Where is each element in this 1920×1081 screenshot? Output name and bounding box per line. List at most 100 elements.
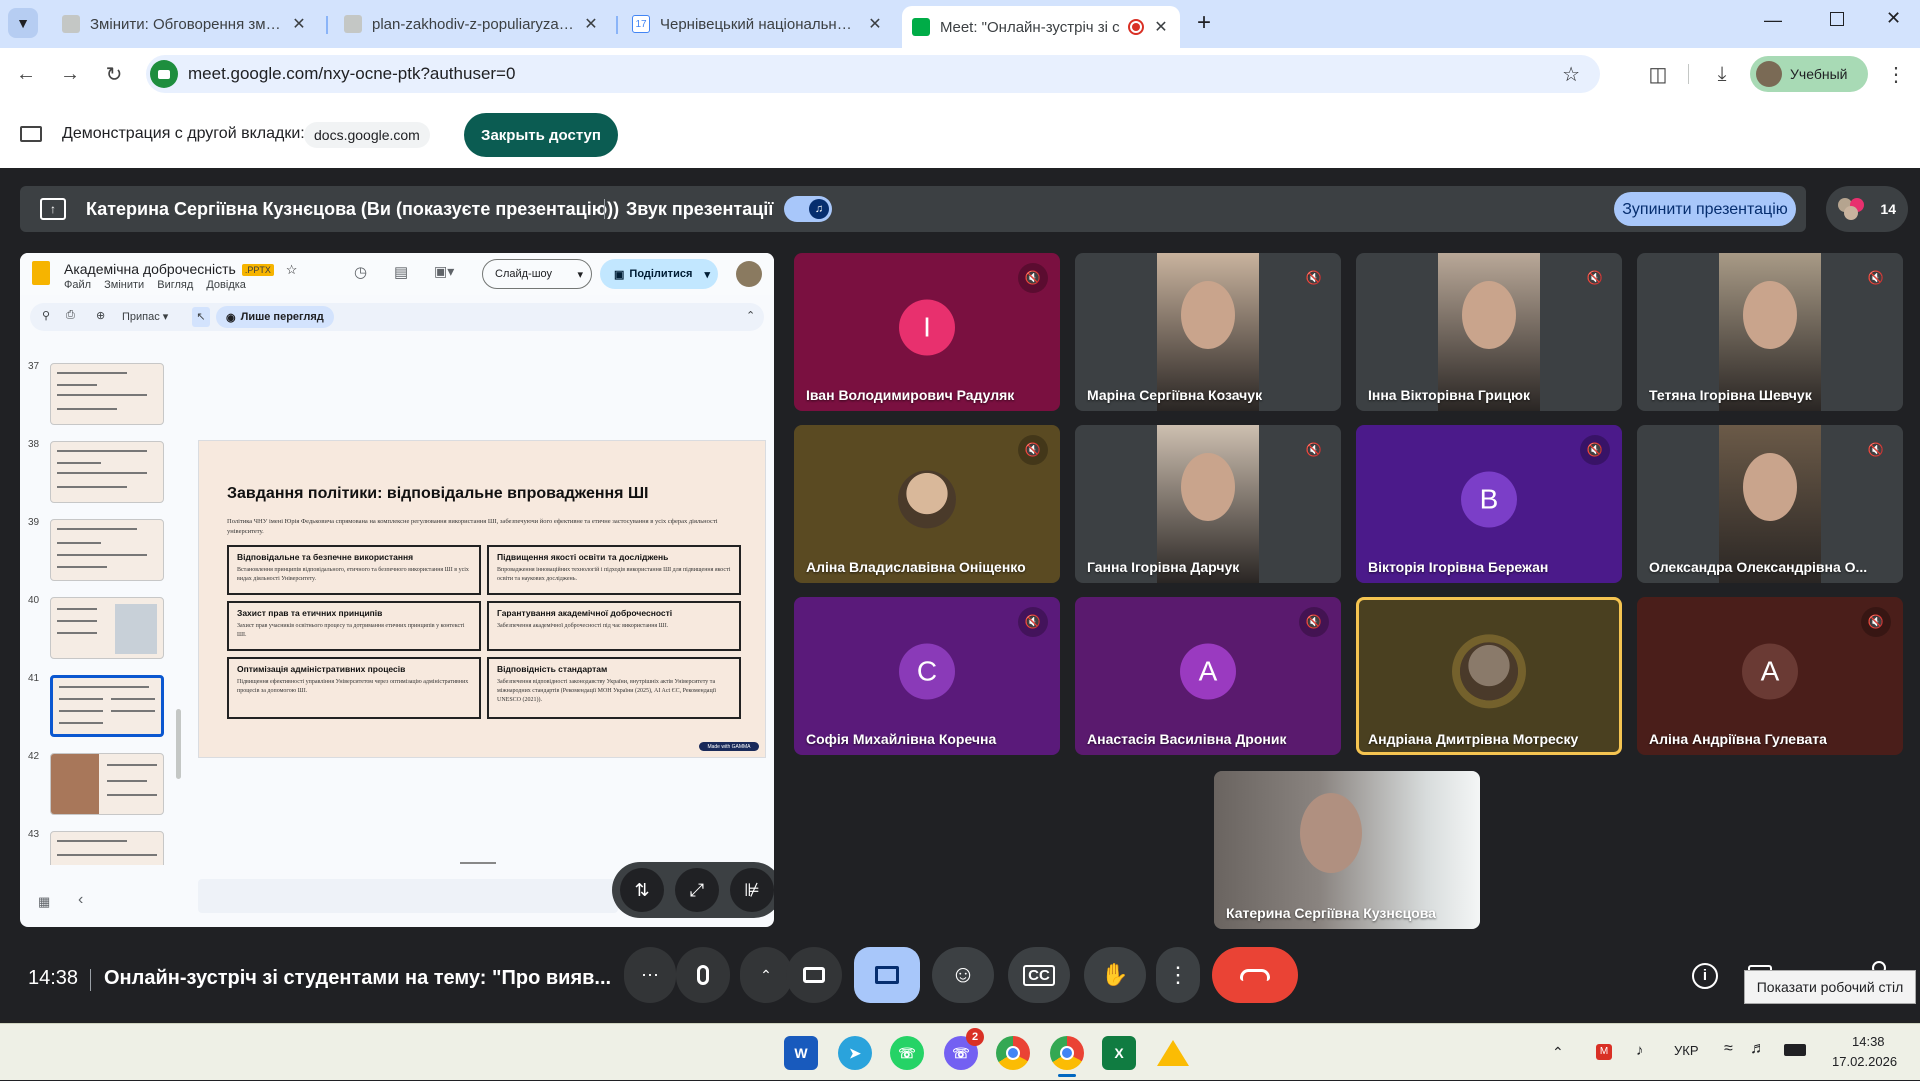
back-icon[interactable]: ←: [8, 56, 44, 92]
participant-tile[interactable]: 🔇 Олександра Олександрівна О...: [1637, 425, 1903, 583]
view-only-chip[interactable]: ◉ Лише перегляд: [216, 306, 334, 328]
slide-thumbnail[interactable]: 39: [20, 517, 170, 585]
zoom-icon[interactable]: ⊕: [96, 309, 105, 322]
slide-thumbnail[interactable]: 37: [20, 361, 170, 429]
participant-tile[interactable]: 🔇 Маріна Сергіївна Козачук: [1075, 253, 1341, 411]
participant-tile[interactable]: 🔇 Тетяна Ігорівна Шевчук: [1637, 253, 1903, 411]
more-reactions-button[interactable]: ⋯: [624, 947, 676, 1003]
slide-thumbnail[interactable]: 42: [20, 751, 170, 819]
history-icon[interactable]: ◷: [354, 263, 367, 281]
participant-tile[interactable]: С 🔇 Софія Михайлівна Коречна: [794, 597, 1060, 755]
captions-button[interactable]: CC: [1008, 947, 1070, 1003]
tab-3[interactable]: 17 Чернівецький національний у ✕: [622, 6, 894, 42]
taskbar-time[interactable]: 14:38: [1852, 1034, 1885, 1049]
word-icon[interactable]: W: [784, 1036, 818, 1070]
extensions-icon[interactable]: ◫: [1640, 56, 1676, 92]
close-icon[interactable]: ✕: [290, 14, 308, 34]
download-icon[interactable]: ⤓: [1704, 56, 1740, 92]
speaker-notes-area[interactable]: [198, 879, 618, 913]
camera-icon[interactable]: ▣▾: [434, 263, 454, 280]
camera-options-button[interactable]: ⌃: [740, 947, 792, 1003]
fullscreen-icon[interactable]: ⤢: [675, 868, 719, 912]
participant-tile[interactable]: І 🔇 Іван Володимирович Радуляк: [794, 253, 1060, 411]
participant-tile[interactable]: 🔇 Аліна Владиславівна Оніщенко: [794, 425, 1060, 583]
site-info-icon[interactable]: [150, 60, 178, 88]
self-tile[interactable]: Катерина Сергіївна Кузнєцова: [1214, 771, 1480, 929]
camera-button[interactable]: [786, 947, 842, 1003]
raise-hand-button[interactable]: ✋: [1084, 947, 1146, 1003]
tray-overflow-icon[interactable]: ⌃: [1552, 1044, 1564, 1061]
restore-button[interactable]: [1830, 12, 1844, 26]
kebab-menu-icon[interactable]: ⋮: [1878, 56, 1914, 92]
menu-view[interactable]: Вигляд: [157, 279, 193, 291]
tab-2[interactable]: plan-zakhodiv-z-populiaryzatsii ✕: [334, 6, 610, 42]
participant-tile[interactable]: 🔇 Інна Вікторівна Грицюк: [1356, 253, 1622, 411]
language-indicator[interactable]: УКР: [1674, 1043, 1699, 1058]
taskbar-date[interactable]: 17.02.2026: [1832, 1054, 1897, 1069]
participant-tile[interactable]: 🔇 Ганна Ігорівна Дарчук: [1075, 425, 1341, 583]
participant-tile[interactable]: В 🔇 Вікторія Ігорівна Бережан: [1356, 425, 1622, 583]
collapse-panel-icon[interactable]: ‹: [78, 891, 83, 909]
volume-icon[interactable]: ♬: [1750, 1040, 1766, 1058]
participant-tile[interactable]: А 🔇 Аліна Андріївна Гулевата: [1637, 597, 1903, 755]
zoom-dropdown[interactable]: Припас ▾: [122, 310, 168, 323]
wifi-icon[interactable]: ≈: [1724, 1040, 1733, 1058]
stop-presenting-button[interactable]: Зупинити презентацію: [1614, 192, 1796, 226]
google-drive-icon[interactable]: [1156, 1036, 1190, 1070]
collapse-icon[interactable]: ⌃: [746, 309, 755, 322]
avatar[interactable]: [736, 261, 762, 287]
close-icon[interactable]: ✕: [866, 14, 884, 34]
menu-file[interactable]: Файл: [64, 279, 91, 291]
slideshow-button[interactable]: Слайд-шоу ▾: [482, 259, 592, 289]
presentation-sound-toggle[interactable]: ♫: [784, 196, 832, 222]
close-window-button[interactable]: ✕: [1886, 8, 1901, 29]
stop-sharing-button[interactable]: Закрыть доступ: [464, 113, 618, 157]
info-icon[interactable]: i: [1692, 963, 1718, 989]
tab-search-button[interactable]: ▼: [8, 8, 38, 38]
slide-thumbnail[interactable]: 43: [20, 829, 170, 865]
whatsapp-icon[interactable]: ☏: [890, 1036, 924, 1070]
windows-start-icon[interactable]: [731, 1038, 761, 1068]
search-icon[interactable]: ⚲: [42, 309, 50, 322]
present-screen-button[interactable]: [854, 947, 920, 1003]
pointer-icon[interactable]: ↖: [192, 307, 210, 327]
slide-thumbnail-selected[interactable]: 41: [20, 673, 170, 741]
comment-icon[interactable]: ▤: [394, 263, 408, 281]
share-button[interactable]: ▣ Поділитися ▾: [600, 259, 718, 289]
share-icon[interactable]: ⊯: [730, 868, 774, 912]
menu-edit[interactable]: Змінити: [104, 279, 144, 291]
tab-4-active[interactable]: Meet: "Онлайн-зустріч зі с ✕: [902, 6, 1180, 48]
participants-button[interactable]: 14: [1826, 186, 1908, 232]
print-icon[interactable]: ⎙: [66, 309, 75, 322]
viber-icon[interactable]: ☏ 2: [944, 1028, 984, 1070]
battery-icon[interactable]: [1784, 1044, 1806, 1056]
chrome-profile-icon[interactable]: [1050, 1036, 1084, 1070]
star-icon[interactable]: ☆: [286, 262, 298, 277]
document-title[interactable]: Академічна доброчесність .PPTX ☆: [64, 261, 297, 278]
participant-tile[interactable]: Андріана Дмитрівна Мотреску: [1356, 597, 1622, 755]
grid-view-icon[interactable]: ▦: [38, 894, 50, 910]
slide-thumbnail[interactable]: 40: [20, 595, 170, 663]
more-options-button[interactable]: ⋮: [1156, 947, 1200, 1003]
swap-icon[interactable]: ⇅: [620, 868, 664, 912]
microphone-button[interactable]: [676, 947, 730, 1003]
excel-icon[interactable]: X: [1102, 1036, 1136, 1070]
minimize-button[interactable]: —: [1764, 10, 1782, 31]
thumbnail-scrollbar[interactable]: [176, 709, 181, 779]
reload-icon[interactable]: ↻: [96, 56, 132, 92]
forward-icon[interactable]: →: [52, 56, 88, 92]
reactions-button[interactable]: ☺: [932, 947, 994, 1003]
tab-1[interactable]: Змінити: Обговорення змін до ✕: [52, 6, 318, 42]
microphone-tray-icon[interactable]: ♪: [1636, 1042, 1644, 1059]
chrome-icon[interactable]: [996, 1036, 1030, 1070]
menu-help[interactable]: Довідка: [206, 279, 246, 291]
telegram-icon[interactable]: ➤: [838, 1036, 872, 1070]
close-icon[interactable]: ✕: [1152, 17, 1170, 37]
address-bar[interactable]: meet.google.com/nxy-ocne-ptk?authuser=0 …: [146, 55, 1600, 93]
profile-chip[interactable]: Учебный: [1750, 56, 1868, 92]
bookmark-star-icon[interactable]: ☆: [1562, 62, 1580, 87]
close-icon[interactable]: ✕: [582, 14, 600, 34]
meet-tray-icon[interactable]: M: [1596, 1044, 1612, 1060]
slide-thumbnail[interactable]: 38: [20, 439, 170, 507]
participant-tile[interactable]: А 🔇 Анастасія Василівна Дроник: [1075, 597, 1341, 755]
